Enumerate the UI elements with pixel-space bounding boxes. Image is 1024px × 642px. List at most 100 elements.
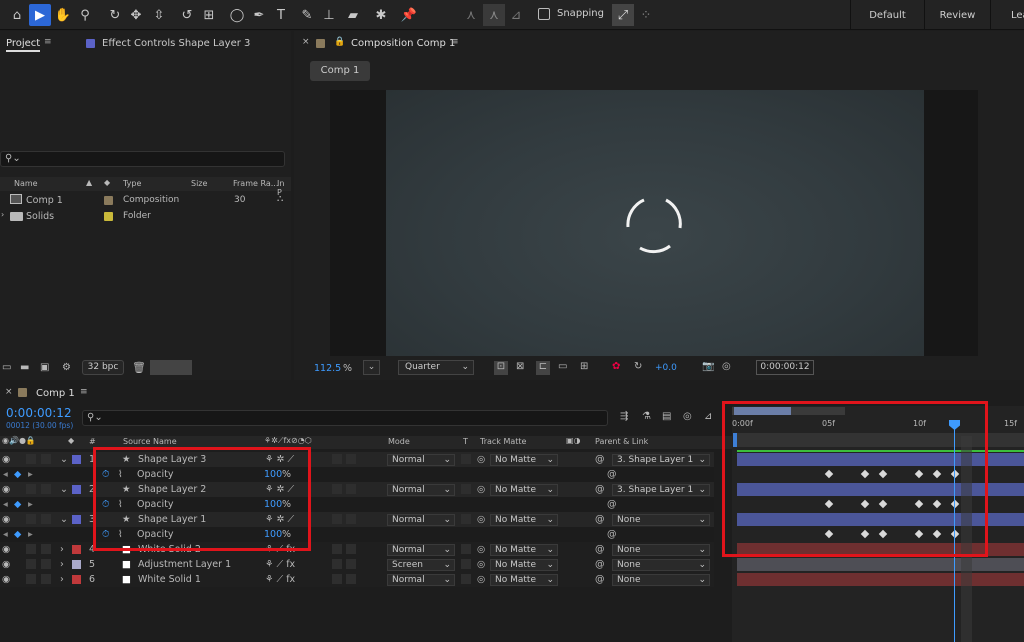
keyframe-nav-icon[interactable]: ▸	[28, 497, 33, 512]
brush-icon[interactable]: ✎	[296, 4, 318, 26]
layer-name[interactable]: Adjustment Layer 1	[138, 557, 231, 572]
solo-box[interactable]	[26, 514, 36, 524]
axis-view-icon[interactable]: ⊿	[505, 4, 527, 26]
selection-arrow-icon[interactable]: ▶	[29, 4, 51, 26]
matte-link-icon[interactable]: ◎	[477, 572, 485, 587]
preserve-transparency-box[interactable]	[461, 559, 471, 569]
timeline-tab[interactable]: Comp 1	[36, 388, 75, 399]
type-icon[interactable]: T	[270, 4, 292, 26]
disclosure-triangle-icon[interactable]: ›	[60, 572, 64, 587]
col-track-matte[interactable]: Track Matte	[480, 437, 526, 446]
lock-box[interactable]	[41, 454, 51, 464]
resolution-select[interactable]: Quarter ⌄	[398, 360, 474, 375]
mask-visibility-icon[interactable]: ⊏	[536, 361, 550, 375]
solo-box[interactable]	[26, 574, 36, 584]
hand-icon[interactable]: ✋	[52, 4, 74, 26]
pan-camera-icon[interactable]: ✥	[125, 4, 147, 26]
motion-blur-icon[interactable]: ◎	[683, 411, 692, 422]
timeline-search-input[interactable]: ⚲⌄	[82, 410, 608, 426]
mode-select[interactable]: Normal ⌄	[387, 453, 455, 466]
snapping-checkbox[interactable]	[538, 8, 550, 20]
pan-behind-icon[interactable]: ⊞	[198, 4, 220, 26]
mode-select[interactable]: Screen ⌄	[387, 558, 455, 571]
new-composition-icon[interactable]: ▣	[40, 362, 49, 373]
layer-bar[interactable]	[737, 573, 1024, 586]
project-tab[interactable]: Project	[6, 38, 41, 52]
mode-select[interactable]: Normal ⌄	[387, 573, 455, 586]
axis-world-icon[interactable]: ⋏	[483, 4, 505, 26]
ellipse-icon[interactable]: ◯	[226, 4, 248, 26]
grid-guides-icon[interactable]: ⊞	[580, 361, 588, 372]
keyframe-add-icon[interactable]: ◆	[14, 527, 21, 542]
comp-timecode[interactable]: 0:00:00:12	[756, 360, 814, 375]
preserve-transparency-box[interactable]	[461, 544, 471, 554]
disclosure-triangle-icon[interactable]: ⌄	[60, 512, 68, 527]
track-matte-select[interactable]: No Matte ⌄	[490, 513, 558, 526]
col-type[interactable]: Type	[123, 179, 141, 188]
disclosure-triangle-icon[interactable]: ⌄	[60, 482, 68, 497]
puppet-pin-icon[interactable]: 📌	[398, 4, 420, 26]
lock-box[interactable]	[41, 514, 51, 524]
switches-icon[interactable]: ⚘ ⟋ fx	[265, 557, 295, 572]
zoom-dropdown-icon[interactable]: ⌄	[363, 360, 380, 375]
panel-menu-icon[interactable]: ≡	[451, 37, 459, 47]
col-name[interactable]: Name	[14, 179, 38, 188]
graph-editor-icon[interactable]: ⊿	[704, 411, 712, 422]
eye-icon[interactable]: ◉	[2, 452, 10, 467]
exposure-value[interactable]: +0.0	[655, 363, 677, 373]
panel-menu-icon[interactable]: ≡	[44, 37, 52, 47]
comp-breadcrumb[interactable]: Comp 1	[310, 61, 370, 81]
switch-box[interactable]	[346, 484, 356, 494]
panel-menu-icon[interactable]: ≡	[80, 387, 88, 397]
color-channel-icon[interactable]: ✿	[612, 361, 620, 372]
disclosure-triangle-icon[interactable]: ›	[60, 557, 64, 572]
eye-icon[interactable]: ◉	[2, 482, 10, 497]
matte-link-icon[interactable]: ◎	[477, 482, 485, 497]
matte-link-icon[interactable]: ◎	[477, 452, 485, 467]
switches-icon[interactable]: ⚘ ⟋ fx	[265, 572, 295, 587]
layer-row[interactable]: ◉ › 6 ■ White Solid 1 ⚘ ⟋ fx Normal ⌄ ◎ No Matte ⌄…	[0, 572, 714, 587]
snap-edges-icon[interactable]: ⤢	[612, 4, 634, 26]
track-matte-select[interactable]: No Matte ⌄	[490, 483, 558, 496]
reset-exposure-icon[interactable]: ↻	[634, 361, 642, 372]
switch-box[interactable]	[346, 559, 356, 569]
keyframe-nav-icon[interactable]: ▸	[28, 467, 33, 482]
matte-link-icon[interactable]: ◎	[477, 557, 485, 572]
parent-select[interactable]: None ⌄	[612, 543, 710, 556]
parent-select[interactable]: None ⌄	[612, 558, 710, 571]
solo-box[interactable]	[26, 544, 36, 554]
solo-box[interactable]	[26, 559, 36, 569]
flowchart-icon[interactable]: ⛬	[277, 194, 283, 204]
orbit-camera-icon[interactable]: ↻	[104, 4, 126, 26]
track-matte-select[interactable]: No Matte ⌄	[490, 543, 558, 556]
new-folder-icon[interactable]: ▬	[20, 362, 29, 373]
layer-bar[interactable]	[737, 558, 1024, 571]
transparency-grid-icon[interactable]: ⊠	[516, 361, 524, 372]
roto-brush-icon[interactable]: ✱	[370, 4, 392, 26]
parent-select[interactable]: 3. Shape Layer 1 ⌄	[612, 483, 710, 496]
track-matte-select[interactable]: No Matte ⌄	[490, 558, 558, 571]
preserve-transparency-box[interactable]	[461, 574, 471, 584]
snap-points-icon[interactable]: ⁘	[635, 4, 657, 26]
col-mode[interactable]: Mode	[388, 437, 410, 446]
switch-box[interactable]	[346, 454, 356, 464]
keyframe-nav-icon[interactable]: ◂	[3, 467, 8, 482]
bit-depth-button[interactable]: 32 bpc	[82, 360, 124, 375]
solo-box[interactable]	[26, 454, 36, 464]
keyframe-add-icon[interactable]: ◆	[14, 497, 21, 512]
workspace-review[interactable]: Review	[924, 0, 990, 30]
disclosure-triangle-icon[interactable]: ›	[60, 542, 64, 557]
pick-whip-icon[interactable]: @	[595, 512, 605, 527]
mode-select[interactable]: Normal ⌄	[387, 543, 455, 556]
comp-mini-flowchart-icon[interactable]: ⇶	[620, 411, 628, 422]
lock-box[interactable]	[41, 484, 51, 494]
home-icon[interactable]: ⌂	[6, 4, 28, 26]
parent-select[interactable]: None ⌄	[612, 573, 710, 586]
close-icon[interactable]: ×	[5, 387, 13, 397]
project-settings-icon[interactable]: ⚙	[62, 362, 71, 373]
zoom-icon[interactable]: ⚲	[74, 4, 96, 26]
pen-icon[interactable]: ✒	[248, 4, 270, 26]
eraser-icon[interactable]: ▰	[342, 4, 364, 26]
keyframe-nav-icon[interactable]: ◂	[3, 497, 8, 512]
composition-tab[interactable]: Composition Comp 1	[351, 38, 455, 49]
